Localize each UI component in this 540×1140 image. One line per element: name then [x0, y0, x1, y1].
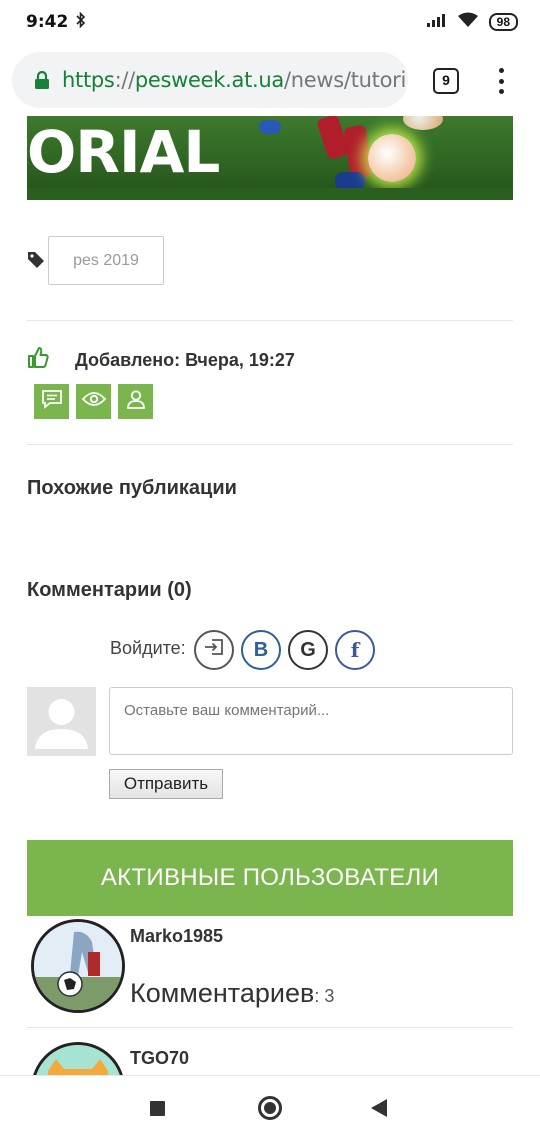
tag-icon	[27, 251, 45, 269]
banner-text: ORIAL	[27, 118, 220, 186]
bluetooth-icon	[76, 11, 86, 32]
article-banner-image: ORIAL	[27, 116, 513, 200]
recent-apps-icon[interactable]	[150, 1101, 165, 1116]
added-date: Добавлено: Вчера, 19:27	[75, 350, 295, 370]
submit-comment-button[interactable]: Отправить	[109, 769, 223, 799]
browser-toolbar: https://pesweek.at.ua/news/tutori 9	[0, 44, 540, 116]
wifi-icon	[457, 12, 479, 33]
comment-input[interactable]	[109, 687, 513, 755]
comment-icon	[41, 389, 63, 414]
divider	[27, 444, 513, 445]
login-icon	[204, 638, 224, 662]
author-button[interactable]	[118, 384, 153, 419]
browser-menu-button[interactable]	[494, 66, 508, 96]
views-button[interactable]	[76, 384, 111, 419]
post-actions	[34, 384, 153, 419]
back-icon[interactable]	[371, 1099, 387, 1117]
lock-icon	[34, 70, 50, 89]
navigation-bar	[0, 1075, 540, 1140]
comments-title: Комментарии (0)	[27, 579, 192, 601]
active-users-title: АКТИВНЫЕ ПОЛЬЗОВАТЕЛИ	[27, 840, 513, 916]
user-comment-count: Комментариев: 3	[130, 978, 335, 1008]
battery-indicator: 98	[488, 13, 518, 31]
url-text: https://pesweek.at.ua/news/tutori	[62, 68, 406, 92]
similar-posts-title: Похожие публикации	[27, 477, 237, 499]
user-avatar[interactable]	[31, 919, 125, 1013]
divider	[27, 1027, 513, 1028]
tag-link[interactable]: pes 2019	[48, 236, 164, 285]
avatar-placeholder-icon	[27, 687, 96, 756]
login-button[interactable]	[194, 630, 234, 670]
ball-icon	[368, 134, 416, 182]
thumbs-up-icon[interactable]	[27, 346, 49, 368]
signal-icon	[426, 13, 447, 32]
user-name[interactable]: TGO70	[130, 1048, 189, 1069]
comments-button[interactable]	[34, 384, 69, 419]
user-icon	[126, 389, 146, 414]
user-name[interactable]: Marko1985	[130, 926, 223, 947]
status-bar: 9:42 98	[0, 0, 540, 44]
home-icon[interactable]	[258, 1096, 282, 1120]
divider	[27, 320, 513, 321]
status-time: 9:42	[26, 12, 69, 32]
tab-switcher-button[interactable]: 9	[433, 68, 459, 94]
vk-login-button[interactable]: B	[241, 630, 281, 670]
address-bar[interactable]: https://pesweek.at.ua/news/tutori	[12, 52, 408, 108]
eye-icon	[81, 391, 106, 412]
google-login-button[interactable]: G	[288, 630, 328, 670]
facebook-login-button[interactable]: f	[335, 630, 375, 670]
login-label: Войдите:	[110, 638, 186, 658]
